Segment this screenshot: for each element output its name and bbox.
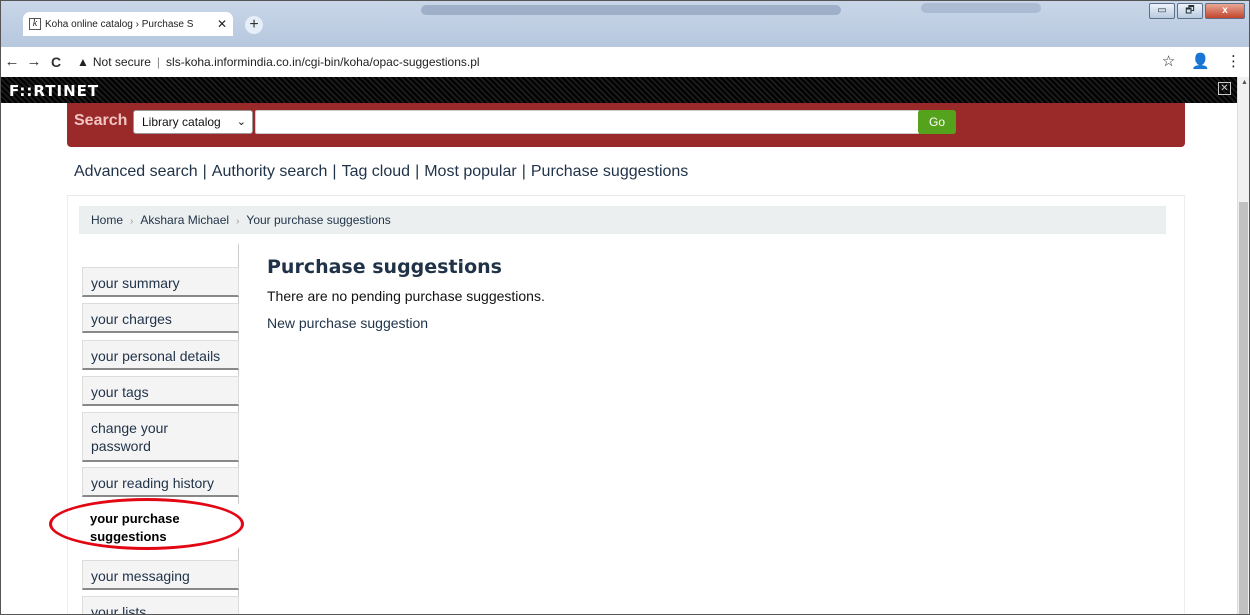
- close-icon[interactable]: ✕: [1218, 82, 1231, 95]
- profile-icon[interactable]: 👤: [1191, 52, 1210, 70]
- most-popular-link[interactable]: Most popular: [424, 163, 517, 180]
- fortinet-bar: F::RTINET ✕: [1, 77, 1249, 103]
- fortinet-logo: F::RTINET: [9, 82, 100, 100]
- search-scope-value: Library catalog: [142, 115, 221, 129]
- sidebar-item-messaging[interactable]: your messaging: [82, 560, 239, 590]
- breadcrumb: Home › Akshara Michael › Your purchase sugge…: [79, 206, 1166, 234]
- sidebar-item-lists[interactable]: your lists: [82, 596, 239, 614]
- sidebar-item-summary[interactable]: your summary: [82, 267, 239, 297]
- scroll-up-icon[interactable]: ▲: [1241, 79, 1248, 86]
- tab-title: Koha online catalog › Purchase S: [45, 18, 194, 30]
- sidebar-item-purchase-suggestions[interactable]: your purchase suggestions: [82, 504, 239, 548]
- breadcrumb-home[interactable]: Home: [91, 213, 123, 227]
- breadcrumb-current: Your purchase suggestions: [246, 213, 391, 227]
- minimize-button[interactable]: ▭: [1149, 3, 1175, 19]
- forward-arrow-icon[interactable]: →: [23, 53, 45, 70]
- warning-icon[interactable]: ▲: [77, 55, 89, 69]
- scrollbar-thumb[interactable]: [1239, 202, 1248, 614]
- authority-search-link[interactable]: Authority search: [212, 163, 328, 180]
- background-blur: [921, 3, 1041, 13]
- close-tab-icon[interactable]: ✕: [217, 17, 227, 31]
- url-separator: |: [156, 54, 161, 69]
- search-label: Search: [74, 112, 128, 129]
- tab-strip: k Koha online catalog › Purchase S ✕ + ▭…: [1, 1, 1249, 47]
- main-content: Purchase suggestions There are no pendin…: [267, 256, 545, 331]
- page-title: Purchase suggestions: [267, 256, 502, 278]
- browser-tab[interactable]: k Koha online catalog › Purchase S ✕: [23, 12, 233, 36]
- status-message: There are no pending purchase suggestion…: [267, 288, 545, 304]
- back-arrow-icon[interactable]: ←: [1, 53, 23, 70]
- sidebar-item-reading-history[interactable]: your reading history: [82, 467, 239, 497]
- page-scrollbar[interactable]: ▲: [1237, 77, 1249, 614]
- go-button[interactable]: Go: [918, 110, 956, 134]
- search-scope-dropdown[interactable]: Library catalog ⌄: [133, 110, 253, 134]
- security-status[interactable]: Not secure: [93, 55, 151, 69]
- purchase-suggestions-link[interactable]: Purchase suggestions: [531, 163, 688, 180]
- menu-icon[interactable]: ⋮: [1226, 52, 1241, 70]
- search-bar: Search Library catalog ⌄ Go: [67, 103, 1185, 147]
- sidebar-item-personal-details[interactable]: your personal details: [82, 340, 239, 370]
- breadcrumb-user[interactable]: Akshara Michael: [140, 213, 229, 227]
- url-field[interactable]: sls-koha.informindia.co.in/cgi-bin/koha/…: [166, 55, 480, 69]
- main-container: Home › Akshara Michael › Your purchase sugge…: [67, 195, 1185, 614]
- maximize-button[interactable]: 🗗: [1177, 3, 1203, 19]
- new-suggestion-link[interactable]: New purchase suggestion: [267, 315, 545, 331]
- bookmark-star-icon[interactable]: ☆: [1162, 52, 1175, 70]
- chevron-down-icon: ⌄: [236, 116, 246, 128]
- toolbar-right: ☆ 👤 ⋮: [1162, 52, 1241, 70]
- search-input[interactable]: [255, 110, 920, 134]
- close-window-button[interactable]: x: [1205, 3, 1245, 19]
- background-blur: [421, 5, 841, 15]
- window-controls: ▭ 🗗 x: [1149, 3, 1245, 19]
- koha-favicon-icon: k: [29, 18, 41, 30]
- reload-icon[interactable]: C: [45, 54, 67, 70]
- opac-links: Advanced search | Authority search | Tag clo…: [74, 163, 689, 180]
- sidebar-item-tags[interactable]: your tags: [82, 376, 239, 406]
- new-tab-button[interactable]: +: [245, 16, 263, 34]
- advanced-search-link[interactable]: Advanced search: [74, 163, 198, 180]
- browser-window: k Koha online catalog › Purchase S ✕ + ▭…: [0, 0, 1250, 615]
- tag-cloud-link[interactable]: Tag cloud: [342, 163, 411, 180]
- address-bar: ← → C ▲ Not secure | sls-koha.informindi…: [1, 47, 1249, 76]
- sidebar-item-charges[interactable]: your charges: [82, 303, 239, 333]
- sidebar-item-change-password[interactable]: change your password: [82, 412, 239, 462]
